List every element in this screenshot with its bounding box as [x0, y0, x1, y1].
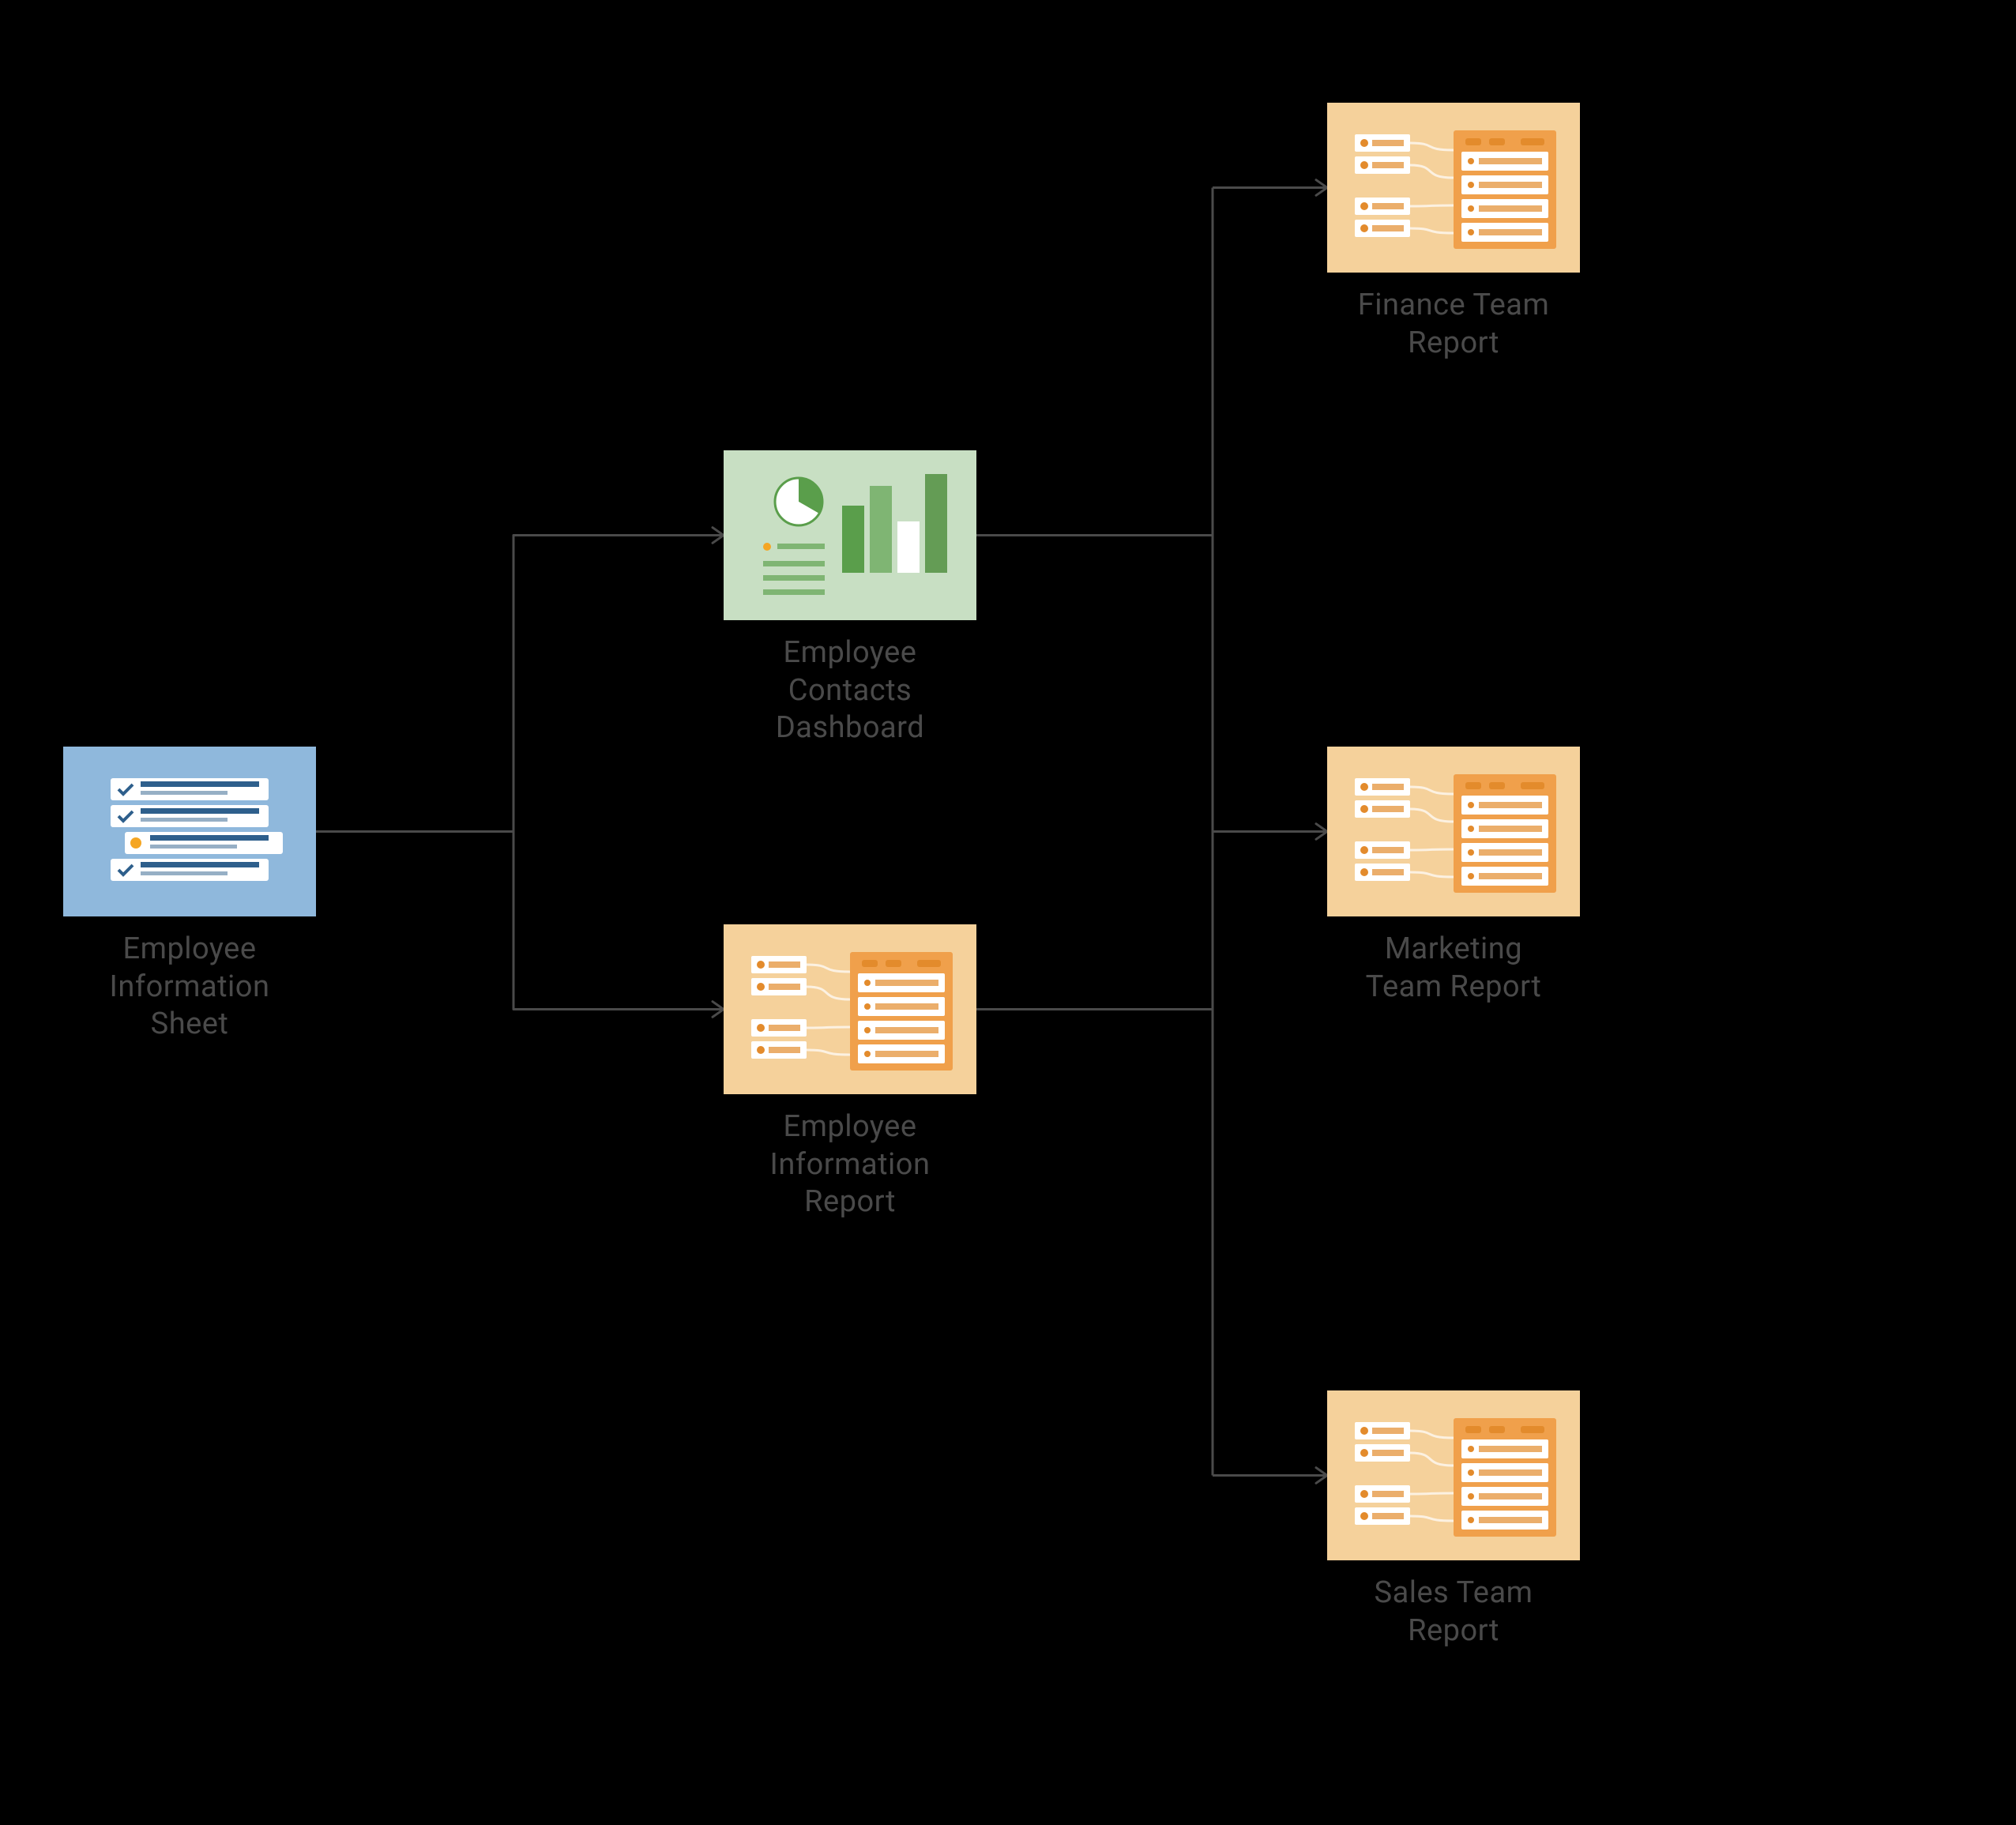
dashboard-icon	[724, 450, 976, 620]
diagram-canvas: EmployeeInformationSheet EmployeeContact…	[0, 0, 2016, 1825]
report-icon	[1327, 103, 1580, 273]
report-icon	[1327, 747, 1580, 916]
node-label: MarketingTeam Report	[1366, 931, 1542, 1006]
node-label: Finance TeamReport	[1358, 287, 1550, 362]
node-label: EmployeeContactsDashboard	[776, 634, 924, 747]
node-finance: Finance TeamReport	[1327, 103, 1580, 362]
node-label: EmployeeInformationReport	[770, 1108, 931, 1221]
sheet-icon	[63, 747, 316, 916]
node-source: EmployeeInformationSheet	[63, 747, 316, 1044]
node-report: EmployeeInformationReport	[724, 924, 976, 1221]
report-icon	[724, 924, 976, 1094]
report-icon	[1327, 1390, 1580, 1560]
node-label: EmployeeInformationSheet	[110, 931, 270, 1044]
node-dashboard: EmployeeContactsDashboard	[724, 450, 976, 747]
node-label: Sales TeamReport	[1375, 1575, 1533, 1650]
node-sales: Sales TeamReport	[1327, 1390, 1580, 1650]
node-marketing: MarketingTeam Report	[1327, 747, 1580, 1006]
